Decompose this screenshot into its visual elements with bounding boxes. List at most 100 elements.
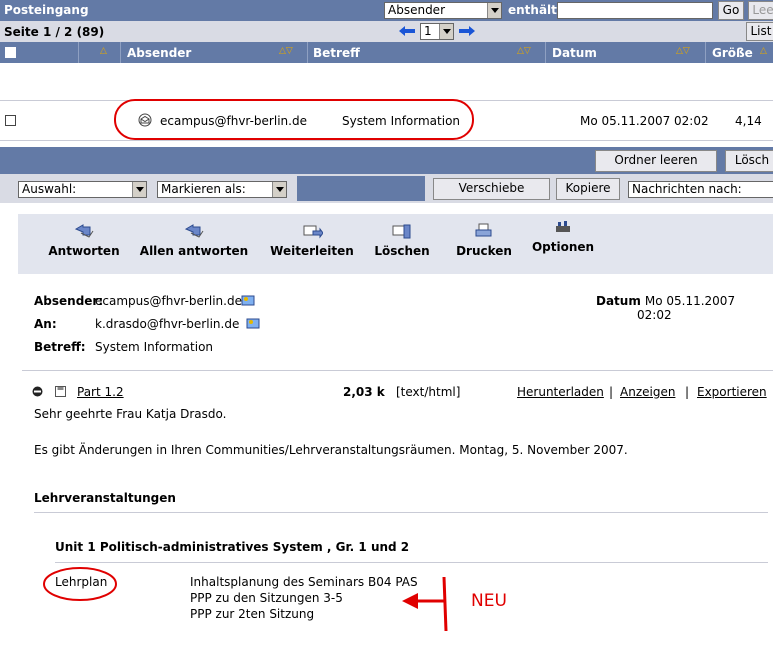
header-divider <box>22 370 773 371</box>
options-button[interactable]: Optionen <box>528 218 598 254</box>
course-divider <box>55 562 768 563</box>
delete-message-button[interactable]: Löschen <box>364 222 440 258</box>
filter-field-select[interactable]: Absender <box>384 2 502 19</box>
options-label: Optionen <box>531 240 595 254</box>
chevron-down-icon <box>439 24 453 39</box>
forward-label: Weiterleiten <box>270 244 354 258</box>
page-select[interactable]: 1 <box>420 23 454 40</box>
forward-icon <box>303 225 323 239</box>
new-arrow-icon <box>402 576 448 632</box>
column-divider <box>120 42 121 63</box>
column-divider <box>307 42 308 63</box>
page-info: Seite 1 / 2 (89) <box>4 25 105 39</box>
highlight-ellipse <box>114 99 474 140</box>
chevron-down-icon <box>272 182 286 197</box>
date-label: Datum <box>596 294 641 308</box>
section-title: Lehrveranstaltungen <box>34 491 176 505</box>
part-size: 2,03 k <box>343 385 385 399</box>
print-button[interactable]: Drucken <box>450 222 518 258</box>
date-value: : Mo 05.11.2007 02:02 <box>637 294 736 322</box>
message-size: 4,14 <box>735 114 762 128</box>
column-sender[interactable]: Absender <box>127 46 191 60</box>
add-contact-icon[interactable] <box>246 317 260 329</box>
reply-label: Antworten <box>48 244 120 258</box>
message-date: Mo 05.11.2007 02:02 <box>580 114 709 128</box>
print-label: Drucken <box>456 244 512 258</box>
move-button[interactable]: Verschiebe <box>433 178 550 200</box>
filter-op-label: enthält <box>508 3 557 17</box>
pager-bar <box>0 21 773 42</box>
messages-to-select[interactable]: Nachrichten nach: <box>628 181 773 198</box>
view-select[interactable]: List <box>746 22 773 41</box>
reply-button[interactable]: Antworten <box>38 222 130 258</box>
mailbox-title: Posteingang <box>4 3 89 17</box>
column-header-bar <box>0 42 773 63</box>
to-label: An: <box>34 317 57 331</box>
part-type: [text/html] <box>396 385 461 399</box>
part-link[interactable]: Part 1.2 <box>77 385 124 399</box>
mark-as-select-value: Markieren als: <box>161 182 246 196</box>
empty-folder-button[interactable]: Ordner leeren <box>595 150 717 172</box>
message-row-checkbox[interactable] <box>5 115 16 126</box>
save-icon[interactable] <box>55 386 66 397</box>
column-divider <box>545 42 546 63</box>
collapse-icon[interactable] <box>32 386 43 397</box>
printer-icon <box>475 223 492 237</box>
go-button[interactable]: Go <box>718 1 744 20</box>
select-all-checkbox[interactable] <box>5 47 16 58</box>
sort-subject-icon[interactable]: △▽ <box>517 46 531 56</box>
sort-date-icon[interactable]: △▽ <box>676 46 690 56</box>
tools-icon <box>556 221 570 232</box>
course-title: Unit 1 Politisch-administratives System … <box>55 540 410 554</box>
column-divider <box>705 42 706 63</box>
sort-size-icon[interactable]: △ <box>760 46 767 56</box>
sort-sender-icon[interactable]: △▽ <box>279 46 293 56</box>
selection-select-value: Auswahl: <box>22 182 77 196</box>
filter-search-input[interactable] <box>557 2 713 19</box>
chevron-down-icon <box>132 182 146 197</box>
delete-folder-button[interactable]: Lösch <box>725 150 773 172</box>
column-size[interactable]: Größe <box>712 46 753 60</box>
selection-select[interactable]: Auswahl: <box>18 181 147 198</box>
export-link[interactable]: Exportieren <box>697 385 767 399</box>
add-contact-icon[interactable] <box>241 294 255 306</box>
from-label: Absender: <box>34 294 104 308</box>
page-select-value: 1 <box>424 24 432 38</box>
body-intro: Es gibt Änderungen in Ihren Communities/… <box>34 443 628 457</box>
subject-value: System Information <box>95 340 214 354</box>
actions-bar-spacer <box>297 176 425 201</box>
messages-to-value: Nachrichten nach: <box>632 182 742 196</box>
column-divider <box>78 42 79 63</box>
part-separator: | <box>685 385 690 399</box>
trash-icon <box>392 224 411 239</box>
new-label: NEU <box>471 591 507 611</box>
filter-field-value: Absender <box>388 3 445 17</box>
to-value: k.drasdo@fhvr-berlin.de <box>95 317 240 331</box>
show-link[interactable]: Anzeigen <box>620 385 675 399</box>
chevron-down-icon <box>487 3 501 18</box>
empty-filter-button[interactable]: Lee <box>748 1 773 20</box>
prev-page-icon[interactable] <box>398 25 416 37</box>
delete-message-label: Löschen <box>374 244 430 258</box>
reply-icon <box>74 224 94 238</box>
item-row[interactable]: Inhaltsplanung des Seminars B04 PAS <box>190 575 418 589</box>
reply-all-label: Allen antworten <box>139 244 249 258</box>
item-label-highlight <box>43 567 117 601</box>
mark-as-select[interactable]: Markieren als: <box>157 181 287 198</box>
item-row[interactable]: PPP zur 2ten Sitzung <box>190 607 314 621</box>
section-divider <box>34 512 768 513</box>
body-greeting: Sehr geehrte Frau Katja Drasdo. <box>34 407 227 421</box>
part-separator: | <box>609 385 614 399</box>
subject-label: Betreff: <box>34 340 86 354</box>
next-page-icon[interactable] <box>458 25 476 37</box>
forward-button[interactable]: Weiterleiten <box>266 222 358 258</box>
column-date[interactable]: Datum <box>552 46 597 60</box>
sort-asc-icon[interactable]: △ <box>100 46 107 56</box>
from-value: ecampus@fhvr-berlin.de <box>95 294 242 308</box>
item-row[interactable]: PPP zu den Sitzungen 3-5 <box>190 591 343 605</box>
copy-button[interactable]: Kopiere <box>556 178 620 200</box>
download-link[interactable]: Herunterladen <box>517 385 604 399</box>
column-subject[interactable]: Betreff <box>313 46 360 60</box>
reply-all-button[interactable]: Allen antworten <box>134 222 254 258</box>
reply-all-icon <box>184 224 204 238</box>
